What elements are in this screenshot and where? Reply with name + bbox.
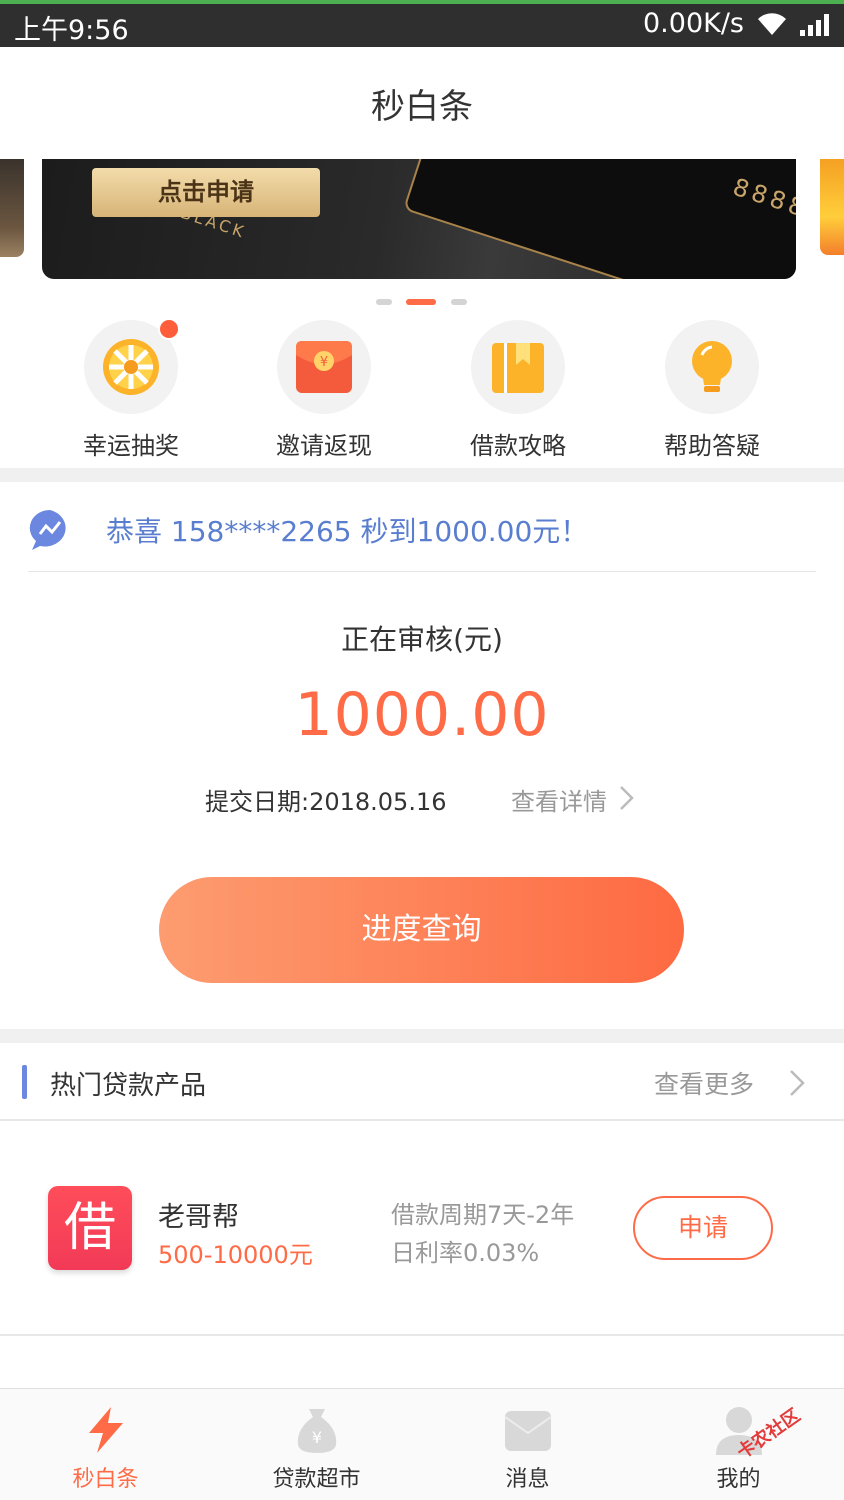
quick-item-loan-guide[interactable]: 借款攻略 [438, 318, 598, 461]
quick-icon-bg: ¥ [277, 320, 371, 414]
notification-badge [158, 318, 180, 340]
notice-bar: 恭喜 158****2265 秒到1000.00元！ [0, 482, 844, 572]
banner-carousel[interactable]: ON BLACK 8888 点击申请 [0, 159, 844, 289]
quick-item-label: 借款攻略 [470, 432, 566, 460]
tab-loan-market[interactable]: ¥ 贷款超市 [211, 1389, 422, 1500]
quick-item-label: 邀请返现 [276, 432, 372, 460]
wifi-icon [758, 13, 786, 35]
carousel-dot [451, 299, 467, 305]
chevron-right-icon[interactable] [788, 1068, 806, 1098]
apply-button[interactable]: 申请 [633, 1196, 773, 1260]
tab-messages[interactable]: 消息 [422, 1389, 633, 1500]
banner-apply-button[interactable]: 点击申请 [92, 168, 320, 217]
divider [28, 571, 816, 572]
quick-item-label: 幸运抽奖 [83, 432, 179, 460]
section-divider [0, 1029, 844, 1043]
lucky-wheel-icon [103, 339, 159, 395]
lightning-icon [89, 1407, 123, 1453]
review-amount: 1000.00 [294, 680, 550, 750]
quick-item-invite-cashback[interactable]: ¥ 邀请返现 [244, 318, 404, 461]
hot-products-header: 热门贷款产品 查看更多 [0, 1043, 844, 1120]
product-loan-period: 借款周期7天-2年 [391, 1201, 575, 1229]
product-daily-rate: 日利率0.03% [391, 1239, 540, 1267]
banner-next-slide[interactable] [820, 159, 844, 255]
product-amount-range: 500-10000元 [158, 1241, 313, 1269]
message-icon [29, 509, 66, 550]
section-divider [0, 468, 844, 482]
quick-menu: 幸运抽奖 ¥ 邀请返现 借款攻略 帮助答疑 [0, 318, 844, 468]
quick-item-lucky-draw[interactable]: 幸运抽奖 [51, 318, 211, 461]
carousel-indicator [0, 299, 844, 305]
title-bar: 秒白条 [0, 47, 844, 159]
lightbulb-icon [692, 341, 732, 392]
quick-item-label: 帮助答疑 [664, 432, 760, 460]
signal-icon [800, 14, 829, 36]
quick-icon-bg [84, 318, 180, 414]
mail-icon [504, 1411, 552, 1451]
red-envelope-icon: ¥ [296, 341, 352, 393]
bottom-tab-bar: 秒白条 ¥ 贷款超市 消息 我的 [0, 1388, 844, 1500]
status-bar: 上午9:56 0.00K/s [0, 0, 844, 47]
quick-icon-bg [471, 320, 565, 414]
tab-miaobaitiao[interactable]: 秒白条 [0, 1389, 211, 1500]
review-status-title: 正在审核(元) [341, 623, 503, 656]
tab-label: 消息 [505, 1467, 550, 1492]
progress-query-button[interactable]: 进度查询 [159, 877, 684, 983]
section-accent-bar [22, 1065, 27, 1099]
quick-icon-bg [665, 320, 759, 414]
money-bag-icon: ¥ [297, 1409, 337, 1453]
product-item[interactable]: 借 老哥帮 500-10000元 借款周期7天-2年 日利率0.03% 申请 [0, 1121, 844, 1335]
page-load-progress [0, 0, 844, 4]
divider [0, 1334, 844, 1336]
submit-date: 提交日期:2018.05.16 [205, 788, 447, 816]
svg-text:¥: ¥ [320, 355, 328, 370]
chevron-right-icon[interactable] [618, 784, 636, 812]
notice-text: 恭喜 158****2265 秒到1000.00元！ [106, 515, 589, 548]
banner-prev-slide[interactable] [0, 159, 24, 257]
svg-text:¥: ¥ [312, 1428, 322, 1447]
book-icon [492, 343, 544, 393]
tab-label: 贷款超市 [272, 1467, 361, 1492]
view-details-link[interactable]: 查看详情 [511, 782, 607, 817]
tab-label: 秒白条 [72, 1467, 139, 1492]
product-logo: 借 [48, 1186, 132, 1270]
carousel-dot-active [406, 299, 436, 305]
hot-products-title: 热门贷款产品 [50, 1071, 207, 1101]
view-more-link[interactable]: 查看更多 [654, 1065, 754, 1101]
banner-slide[interactable]: ON BLACK 8888 点击申请 [42, 159, 796, 279]
carousel-dot [376, 299, 392, 305]
status-network-speed: 0.00K/s [643, 8, 744, 39]
page-title: 秒白条 [371, 87, 473, 127]
quick-item-help[interactable]: 帮助答疑 [632, 318, 792, 461]
product-name: 老哥帮 [158, 1202, 239, 1233]
status-time: 上午9:56 [14, 15, 129, 46]
